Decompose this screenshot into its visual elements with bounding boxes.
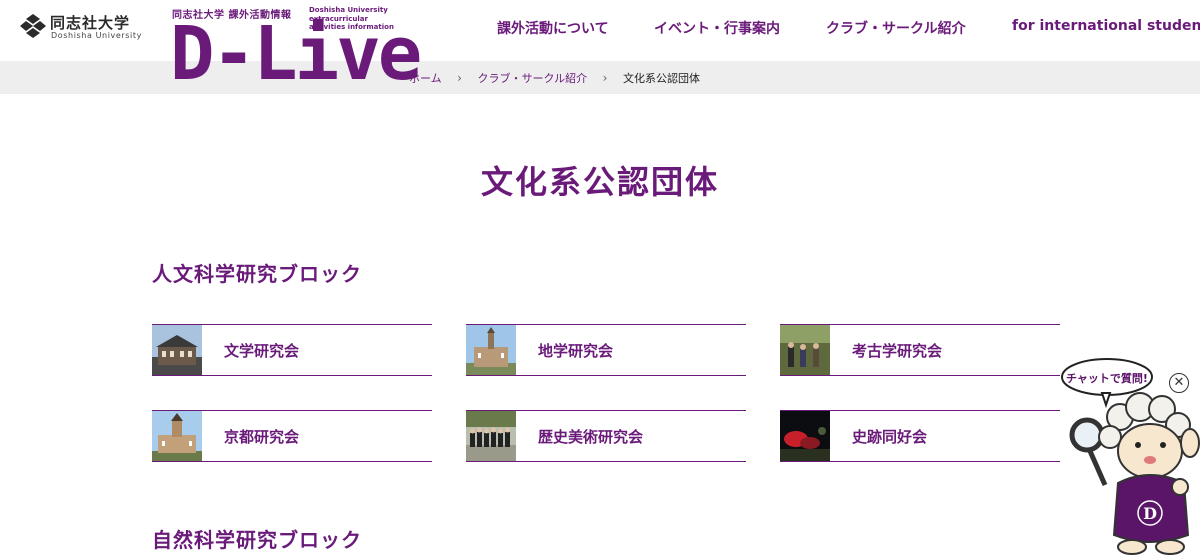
dlive-logo[interactable]: 同志社大学 課外活動情報 Doshisha University extracu… (170, 4, 422, 94)
breadcrumb-home[interactable]: ホーム (409, 70, 442, 86)
club-card-art-history[interactable]: 歴史美術研究会 (466, 410, 746, 462)
university-logo[interactable]: 同志社大学 Doshisha University (20, 12, 142, 42)
breadcrumb: ホーム › クラブ・サークル紹介 › 文化系公認団体 (409, 70, 700, 86)
club-thumbnail (152, 411, 202, 461)
club-card-kyoto[interactable]: 京都研究会 (152, 410, 432, 462)
club-thumbnail (466, 325, 516, 375)
nav-international[interactable]: for international students (1012, 18, 1200, 34)
block-title-humanities: 人文科学研究ブロック (152, 262, 362, 286)
club-name: 地学研究会 (538, 342, 614, 360)
svg-text:D: D (1143, 504, 1157, 523)
club-card-literature[interactable]: 文学研究会 (152, 324, 432, 376)
university-crest-icon (20, 14, 46, 38)
club-thumbnail (780, 411, 830, 461)
club-name: 歴史美術研究会 (538, 428, 644, 446)
chevron-right-icon: › (457, 71, 462, 85)
club-name: 考古学研究会 (852, 342, 943, 360)
block-title-natural-sciences: 自然科学研究ブロック (152, 528, 362, 552)
club-thumbnail (152, 325, 202, 375)
chevron-right-icon: › (602, 71, 608, 85)
nav-events[interactable]: イベント・行事案内 (654, 18, 780, 38)
university-name-jp: 同志社大学 (50, 14, 131, 32)
club-name: 文学研究会 (224, 342, 300, 360)
nav-clubs[interactable]: クラブ・サークル紹介 (826, 18, 966, 38)
club-card-archaeology[interactable]: 考古学研究会 (780, 324, 1060, 376)
page-title: 文化系公認団体 (480, 163, 719, 201)
club-thumbnail (466, 411, 516, 461)
club-name: 京都研究会 (224, 428, 300, 446)
club-name: 史跡同好会 (852, 428, 928, 446)
club-card-historic-sites[interactable]: 史跡同好会 (780, 410, 1060, 462)
club-thumbnail (780, 325, 830, 375)
close-icon[interactable]: ✕ (1169, 373, 1189, 393)
chat-bubble-text: チャットで質問! (1066, 371, 1148, 385)
site-logo-text: D-Live (170, 11, 422, 97)
nav-extracurricular[interactable]: 課外活動について (497, 18, 609, 38)
university-name-en: Doshisha University (51, 31, 142, 40)
breadcrumb-current: 文化系公認団体 (622, 72, 700, 85)
club-card-geology[interactable]: 地学研究会 (466, 324, 746, 376)
breadcrumb-clubs[interactable]: クラブ・サークル紹介 (477, 70, 587, 86)
